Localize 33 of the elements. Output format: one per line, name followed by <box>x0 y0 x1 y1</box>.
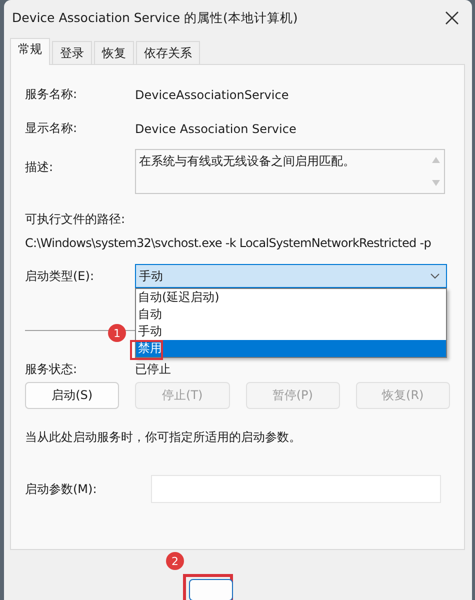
scroll-up-icon[interactable] <box>432 157 440 163</box>
dropdown-option[interactable]: 手动 <box>136 323 446 340</box>
field-value: 已停止 <box>135 361 171 378</box>
hint-text: 当从此处启动服务时，你可指定所适用的启动参数。 <box>25 429 302 446</box>
tab[interactable]: 恢复 <box>94 41 134 64</box>
step-number-badge: 2 <box>166 552 184 570</box>
field-label: 显示名称: <box>25 120 78 137</box>
tab[interactable]: 登录 <box>52 41 92 64</box>
field-label: 启动类型(E): <box>25 268 95 284</box>
field-label: 启动参数(M): <box>25 480 98 498</box>
dropdown-option[interactable]: 禁用 <box>136 340 446 357</box>
tab[interactable]: 依存关系 <box>136 41 200 64</box>
window-title: Device Association Service 的属性(本地计算机) <box>12 10 298 26</box>
close-icon[interactable] <box>445 11 459 25</box>
field-value: Device Association Service <box>135 122 296 136</box>
startup-type-dropdown[interactable]: 手动 <box>135 264 447 288</box>
field-label: 描述: <box>25 159 54 176</box>
dropdown-option[interactable]: 自动 <box>136 306 446 323</box>
highlight-frame <box>130 340 163 360</box>
service-button[interactable]: 启动(S) <box>25 382 120 409</box>
chevron-down-icon <box>430 273 440 279</box>
tab[interactable]: 常规 <box>10 38 50 65</box>
path-text: C:\Windows\system32\svchost.exe -k LocalSystemNetworkRestricted -p <box>25 236 432 250</box>
dialog-button[interactable] <box>189 579 233 600</box>
field-label: 服务状态: <box>25 361 78 378</box>
field-label: 服务名称: <box>25 86 78 103</box>
start-parameters-field[interactable] <box>151 475 441 503</box>
field-value: DeviceAssociationService <box>135 88 289 102</box>
dropdown-option[interactable]: 自动(延迟启动) <box>136 289 446 306</box>
scroll-down-icon[interactable] <box>432 180 440 186</box>
description-box[interactable]: 在系统与有线或无线设备之间启用匹配。 <box>135 149 445 194</box>
step-number-badge: 1 <box>108 324 126 342</box>
field-label: 可执行文件的路径: <box>25 211 126 228</box>
